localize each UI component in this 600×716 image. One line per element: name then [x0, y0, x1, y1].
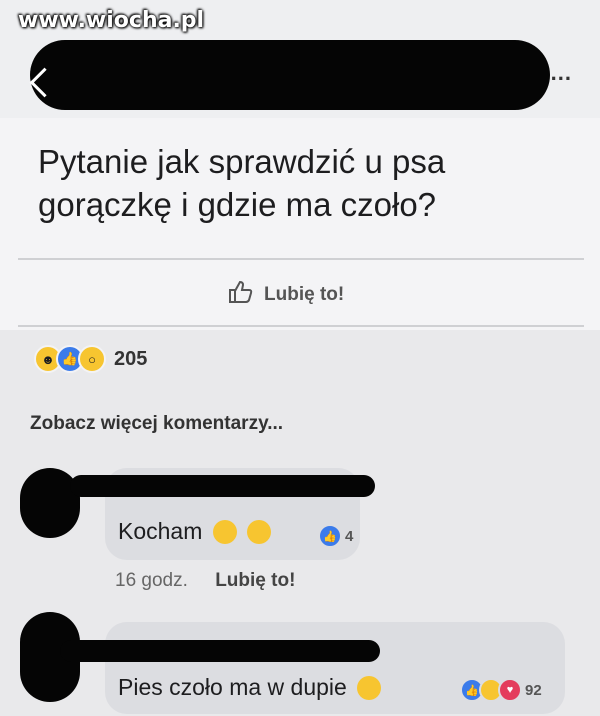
comment-text: Kocham — [118, 518, 272, 545]
redacted-name — [60, 640, 380, 662]
like-icon: 👍 — [318, 524, 342, 548]
comment-time: 16 godz. — [115, 570, 188, 591]
divider — [18, 258, 584, 260]
wow-icon: ○ — [78, 345, 106, 373]
like-button[interactable]: Lubię to! — [228, 280, 344, 310]
heart-icon: ♥ — [498, 678, 522, 702]
joy-emoji-icon — [247, 520, 272, 544]
rofl-emoji-icon — [212, 520, 237, 544]
view-more-comments-link[interactable]: Zobacz więcej komentarzy... — [30, 413, 283, 435]
comment-text: Pies czoło ma w dupie — [118, 674, 382, 701]
comment-reaction-count: 4 — [345, 527, 354, 545]
post-text: Pytanie jak sprawdzić u psa gorączkę i g… — [38, 143, 446, 223]
comment-like-button[interactable]: Lubię to! — [215, 570, 295, 591]
redacted-author — [30, 40, 550, 110]
thumbs-up-icon — [228, 280, 254, 310]
comment-meta: 16 godz. Lubię to! — [115, 570, 295, 592]
more-options-icon[interactable]: ... — [551, 60, 572, 86]
reaction-summary[interactable]: ☻ 👍 ○ 205 — [34, 345, 147, 373]
divider — [18, 325, 584, 327]
reaction-count: 205 — [114, 347, 148, 370]
like-label: Lubię to! — [264, 284, 345, 305]
comment-reaction-count: 92 — [525, 681, 542, 699]
redacted-avatar — [20, 468, 80, 538]
watermark: www.wiocha.pl — [18, 8, 205, 33]
wink-emoji-icon — [357, 676, 382, 700]
redacted-name — [70, 475, 375, 497]
comment-reactions[interactable]: 👍 4 — [318, 524, 353, 548]
comment-reactions[interactable]: 👍 ♥ 92 — [460, 678, 542, 702]
